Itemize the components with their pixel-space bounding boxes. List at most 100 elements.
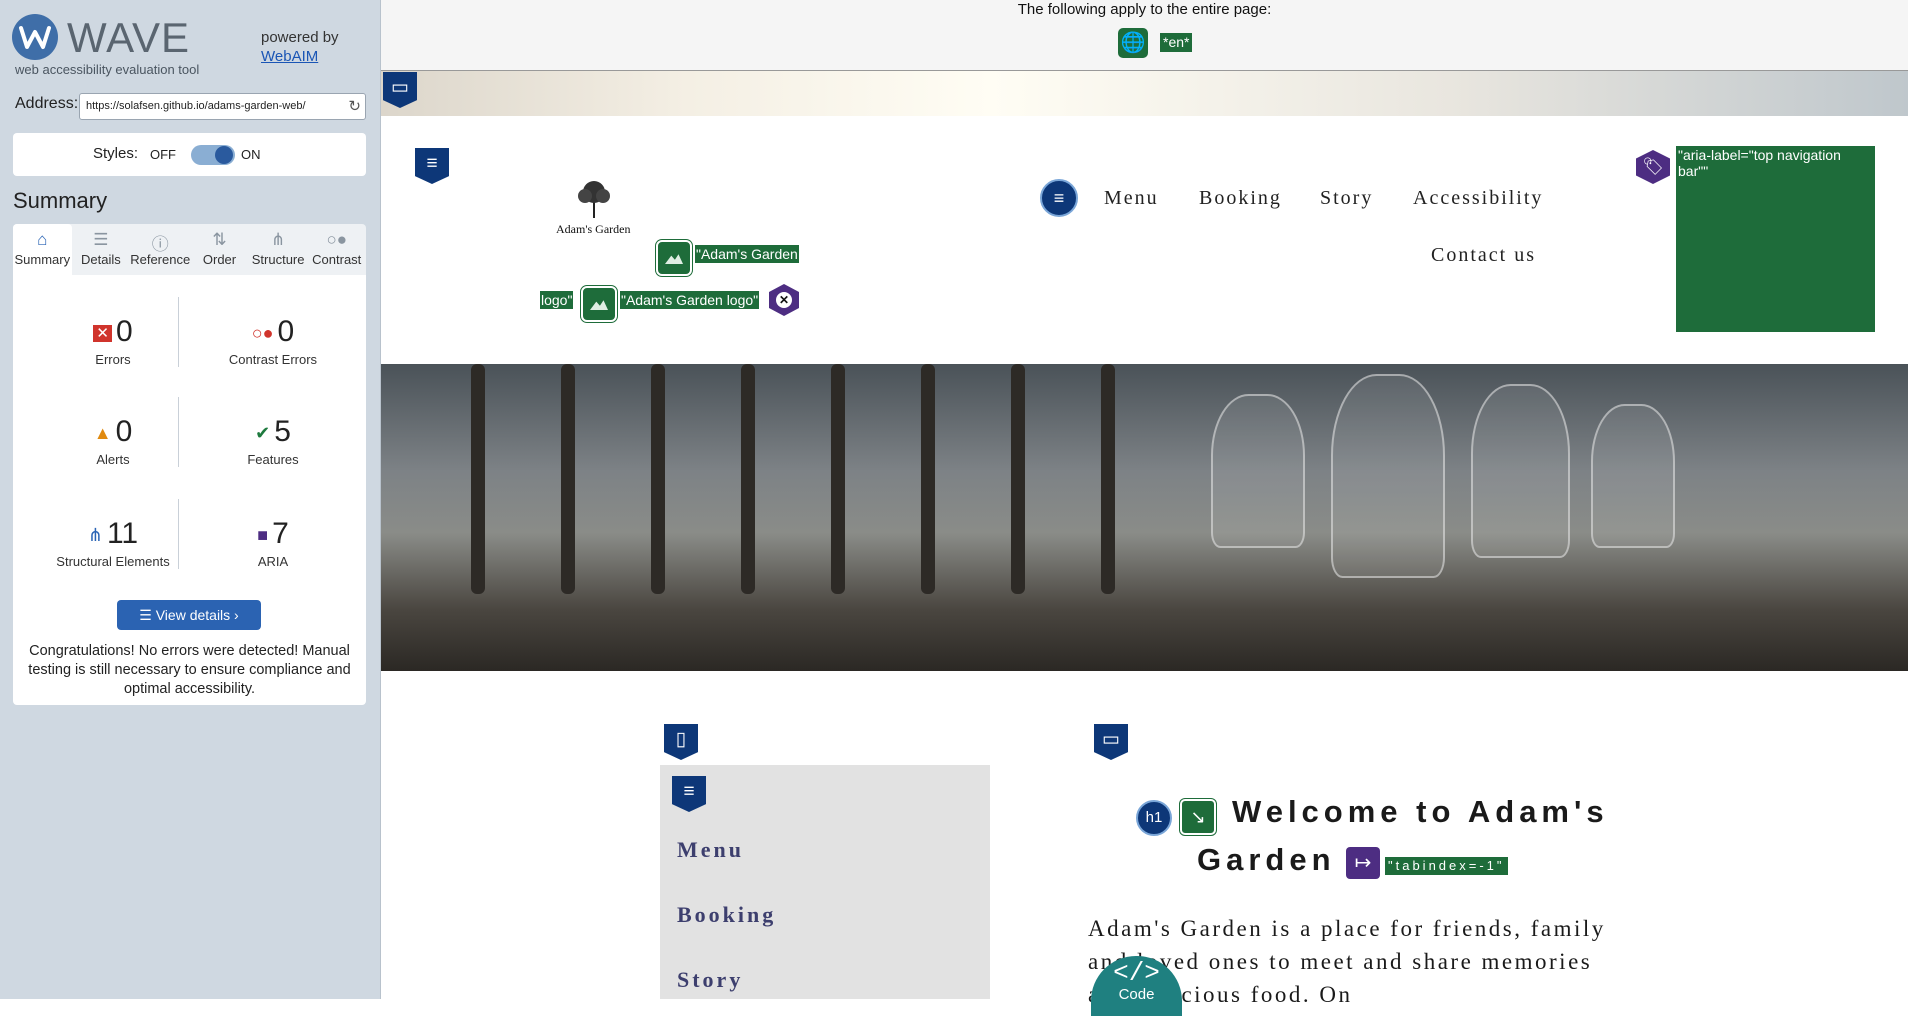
styles-toggle-card: Styles: OFF ON: [13, 133, 366, 176]
page-heading-line2: Garden: [1197, 842, 1336, 877]
wine-glass: [1591, 404, 1675, 548]
contrast-errors-label: Contrast Errors: [228, 352, 318, 367]
tabindex-tag: "tabindex=-1": [1385, 857, 1508, 875]
side-navigation: [660, 765, 990, 999]
side-link-menu[interactable]: Menu: [677, 837, 744, 863]
nav-link-menu[interactable]: Menu: [1104, 187, 1159, 210]
railing: [561, 364, 575, 594]
contrast-errors-stat[interactable]: ○● 0 Contrast Errors: [198, 315, 348, 367]
hero-strip-image: [381, 71, 1908, 116]
side-link-booking[interactable]: Booking: [677, 902, 776, 928]
railing: [471, 364, 485, 594]
tab-summary[interactable]: ⌂ Summary: [13, 224, 72, 275]
errors-label: Errors: [95, 352, 131, 367]
wine-glass: [1331, 374, 1445, 578]
list-icon: ☰: [139, 607, 156, 623]
contrast-errors-count: 0: [277, 315, 295, 348]
order-icon: ⇅: [212, 230, 227, 249]
structural-count: 11: [106, 517, 139, 550]
alerts-label: Alerts: [96, 452, 130, 467]
railing: [741, 364, 755, 594]
view-details-button[interactable]: ☰ View details ›: [117, 600, 261, 630]
globe-icon[interactable]: 🌐: [1118, 28, 1148, 58]
structure-icon: ⋔: [87, 524, 103, 545]
railing: [831, 364, 845, 594]
structural-label: Structural Elements: [56, 554, 170, 569]
error-icon: ✕: [93, 325, 112, 343]
powered-by-text: powered by: [261, 29, 339, 46]
home-icon: ⌂: [37, 230, 48, 249]
address-label: Address:: [15, 95, 79, 112]
divider: [178, 397, 179, 467]
code-toggle-button[interactable]: </> Code: [1091, 956, 1182, 1016]
nav-link-story[interactable]: Story: [1320, 187, 1373, 210]
features-label: Features: [247, 452, 299, 467]
features-count: 5: [274, 415, 291, 448]
address-input[interactable]: [80, 94, 340, 117]
banner-text: The following apply to the entire page:: [1017, 1, 1272, 18]
language-tag[interactable]: *en*: [1160, 33, 1193, 52]
railing: [1101, 364, 1115, 594]
styles-on-label: ON: [241, 147, 261, 162]
wave-logo-icon: [12, 14, 58, 60]
nav-link-booking[interactable]: Booking: [1199, 187, 1282, 210]
refresh-icon[interactable]: ↻: [348, 97, 361, 115]
nav-link-accessibility[interactable]: Accessibility: [1413, 187, 1543, 210]
aria-cube-icon: ■: [257, 524, 269, 545]
contrast-icon: ○●: [326, 230, 347, 249]
powered-by: powered by WebAIM: [261, 28, 339, 66]
contrast-error-icon: ○●: [251, 322, 274, 343]
aria-stat[interactable]: ■ 7 ARIA: [198, 517, 348, 569]
alerts-stat[interactable]: ▲ 0 Alerts: [38, 415, 188, 467]
h1-badge-icon[interactable]: h1: [1136, 800, 1172, 836]
tab-details[interactable]: ☰ Details: [72, 224, 131, 275]
unordered-list-icon[interactable]: ≡: [1040, 179, 1078, 217]
wine-glass: [1471, 384, 1570, 558]
logo-text: Adam's Garden: [556, 222, 631, 236]
code-label: Code: [1118, 986, 1155, 1003]
aria-label-box: "aria-label="top navigation bar"": [1676, 146, 1875, 332]
styles-toggle[interactable]: [191, 145, 235, 165]
nav-link-contact[interactable]: Contact us: [1431, 244, 1536, 267]
alt-text-label: "Adam's Garden logo": [620, 291, 760, 309]
railing: [921, 364, 935, 594]
structure-icon: ⋔: [270, 230, 286, 249]
tab-order[interactable]: ⇅ Order: [190, 224, 249, 275]
wave-brand: WAVE: [67, 14, 191, 61]
tab-label: Structure: [251, 252, 305, 267]
styles-off-label: OFF: [150, 147, 176, 162]
congratulations-message: Congratulations! No errors were detected…: [28, 643, 351, 697]
skip-link-target-icon[interactable]: ↘: [1180, 799, 1216, 835]
tab-label: Summary: [14, 252, 71, 267]
hero-photo: [381, 364, 1908, 671]
railing: [1011, 364, 1025, 594]
styles-label: Styles:: [93, 145, 139, 162]
alt-text-label: logo": [540, 291, 574, 309]
address-field[interactable]: ↻: [79, 93, 366, 120]
code-icon: </>: [1113, 958, 1160, 988]
image-alt-icon[interactable]: [581, 286, 617, 322]
errors-count: 0: [115, 315, 133, 348]
panel-tabs: ⌂ Summary ☰ Details ⓘ Reference ⇅ Order ⋔ Str…: [13, 224, 366, 275]
page-heading: Welcome to Adam's: [1232, 794, 1609, 829]
webaim-link[interactable]: WebAIM: [261, 48, 318, 65]
tab-structure[interactable]: ⋔ Structure: [249, 224, 308, 275]
feature-check-icon: ✔: [255, 422, 271, 443]
list-icon: ☰: [93, 230, 109, 249]
logo-tree-icon: [578, 181, 610, 218]
divider: [178, 297, 179, 367]
structural-stat[interactable]: ⋔ 11 Structural Elements: [38, 517, 188, 569]
alert-icon: ▲: [93, 422, 112, 443]
features-stat[interactable]: ✔ 5 Features: [198, 415, 348, 467]
page-wide-banner: The following apply to the entire page: …: [381, 0, 1908, 71]
summary-panel: ✕ 0 Errors ○● 0 Contrast Errors ▲ 0 Alerts …: [13, 275, 366, 705]
tab-reference[interactable]: ⓘ Reference: [130, 224, 190, 275]
tab-label: Reference: [130, 252, 191, 267]
divider: [178, 499, 179, 569]
tabindex-icon[interactable]: ↦: [1346, 847, 1380, 879]
side-link-story[interactable]: Story: [677, 967, 743, 993]
alerts-count: 0: [115, 415, 133, 448]
errors-stat[interactable]: ✕ 0 Errors: [38, 315, 188, 367]
tab-contrast[interactable]: ○● Contrast: [307, 224, 366, 275]
image-alt-icon[interactable]: [656, 240, 692, 276]
